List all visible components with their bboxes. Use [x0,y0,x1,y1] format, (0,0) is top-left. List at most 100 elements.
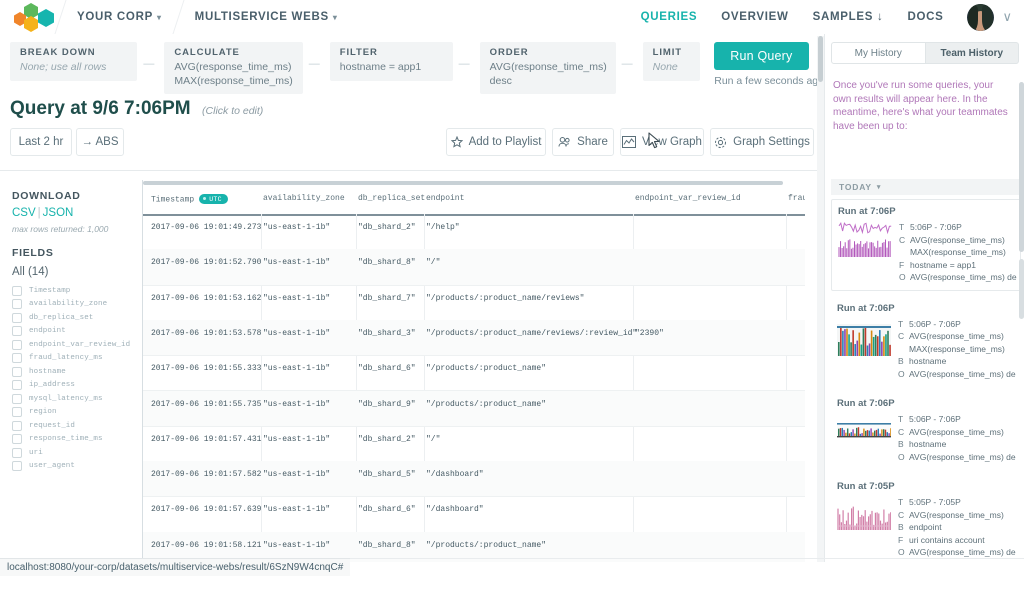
add-to-playlist-button[interactable]: Add to Playlist [446,128,546,156]
tab-team-history[interactable]: Team History [925,42,1019,64]
run-query-button[interactable]: Run Query [714,42,809,70]
column-header[interactable]: endpoint [426,194,464,203]
field-checkbox[interactable] [12,380,22,391]
table-row[interactable]: 2017-09-06 19:01:53.162 "us-east-1-1b" "db… [143,285,805,321]
field-row[interactable]: availability_zone [12,298,138,312]
graph-settings-button[interactable]: Graph Settings [710,128,814,156]
field-checkbox[interactable] [12,339,22,350]
user-menu[interactable]: ∨ [967,3,1012,31]
column-header[interactable]: endpoint_var_review_id [635,194,741,203]
history-line-key: B [898,522,904,532]
field-checkbox[interactable] [12,447,22,458]
history-line-value: hostname [909,439,947,449]
field-checkbox[interactable] [12,393,22,404]
page-title[interactable]: Query at 9/6 7:06PM [10,98,191,120]
field-checkbox[interactable] [12,299,22,310]
utc-badge[interactable]: UTC [199,194,228,204]
history-entry[interactable]: Run at 7:06P T 5:06P - 7:06P C AVG(response_… [831,297,1021,387]
field-row[interactable]: fraud_latency_ms [12,352,138,366]
field-row[interactable]: user_agent [12,460,138,474]
field-checkbox[interactable] [12,353,22,364]
field-row[interactable]: db_replica_set [12,311,138,325]
field-checkbox[interactable] [12,285,22,296]
field-checkbox[interactable] [12,461,22,472]
query-clause-filter[interactable]: FILTER hostname = app1 [329,42,453,81]
table-row[interactable]: 2017-09-06 19:01:53.578 "us-east-1-1b" "db… [143,319,805,357]
nav-item-queries[interactable]: QUERIES [641,11,698,23]
field-row[interactable]: endpoint [12,325,138,339]
share-button[interactable]: Share [552,128,614,156]
breadcrumb-dataset[interactable]: MULTISERVICE WEBS ▾ [179,11,354,23]
table-row[interactable]: 2017-09-06 19:01:55.333 "us-east-1-1b" "db… [143,355,805,392]
history-entry[interactable]: Run at 7:06P T 5:06P - 7:06P C AVG(response_… [831,392,1021,469]
history-line: C AVG(response_time_ms) [898,426,1017,439]
field-checkbox[interactable] [12,407,22,418]
history-line: Bendpoint [898,521,1017,534]
table-cell: "/dashboard" [426,470,484,480]
utc-badge-label: UTC [209,195,222,203]
table-row[interactable]: 2017-09-06 19:01:49.273 "us-east-1-1b" "db… [143,214,805,251]
field-row[interactable]: mysql_latency_ms [12,392,138,406]
table-cell: "/products/:product_name" [426,364,547,374]
column-header[interactable]: availability_zone [263,194,345,203]
table-row[interactable]: 2017-09-06 19:01:52.790 "us-east-1-1b" "db… [143,249,805,286]
fields-all-count[interactable]: All (14) [12,266,138,278]
sparkline-chart [838,221,892,259]
download-json-link[interactable]: JSON [43,207,74,219]
gear-icon [714,136,727,149]
column-header[interactable]: fraud_latency_ [788,194,805,203]
table-row[interactable]: 2017-09-06 19:01:57.639 "us-east-1-1b" "db… [143,496,805,533]
download-csv-link[interactable]: CSV [12,207,36,219]
field-row[interactable]: Timestamp [12,284,138,298]
history-entry-list: Run at 7:06P T 5:06P - 7:06P C AVG(response_… [831,199,1021,596]
field-checkbox[interactable] [12,366,22,377]
nav-item-docs[interactable]: DOCS [907,11,943,23]
field-checkbox[interactable] [12,420,22,431]
query-clause-calculate[interactable]: CALCULATE AVG(response_time_ms) MAX(resp… [164,42,303,94]
chevron-down-icon[interactable]: ∨ [1002,9,1012,25]
history-line-value: AVG(response_time_ms) [909,426,1004,437]
honeycomb-logo[interactable] [14,2,60,32]
table-row[interactable]: 2017-09-06 19:01:57.431 "us-east-1-1b" "db… [143,426,805,463]
avatar[interactable] [967,3,995,31]
query-clause-order[interactable]: ORDER AVG(response_time_ms) desc [479,42,616,94]
column-header[interactable]: Timestamp UTC [151,194,228,205]
absolute-time-button[interactable]: → ABS [76,128,124,156]
field-row[interactable]: endpoint_var_review_id [12,338,138,352]
field-row[interactable]: hostname [12,365,138,379]
nav-item-overview[interactable]: OVERVIEW [721,11,788,23]
table-row[interactable]: 2017-09-06 19:01:55.735 "us-east-1-1b" "db… [143,390,805,427]
field-row[interactable]: ip_address [12,379,138,393]
breadcrumb-org[interactable]: YOUR CORP ▾ [61,11,178,23]
sparkline-chart [837,318,891,356]
history-scrollbar-track[interactable] [1019,259,1024,319]
field-label: hostname [29,367,66,376]
field-row[interactable]: uri [12,446,138,460]
field-row[interactable]: request_id [12,419,138,433]
history-group-today[interactable]: TODAY ▾ [831,179,1019,195]
query-clause-limit[interactable]: LIMIT None [642,42,701,81]
view-graph-button[interactable]: View Graph [620,128,704,156]
title-edit-hint[interactable]: (Click to edit) [202,105,263,117]
field-row[interactable]: region [12,406,138,420]
field-checkbox[interactable] [12,326,22,337]
page-scrollbar[interactable] [817,36,824,562]
clause-value: None; use all rows [20,61,107,73]
query-clause-breakdown[interactable]: BREAK DOWN None; use all rows [10,42,138,81]
table-horizontal-scrollbar[interactable] [143,180,783,186]
field-checkbox[interactable] [12,434,22,445]
tab-my-history[interactable]: My History [831,42,926,64]
table-row[interactable]: 2017-09-06 19:01:57.582 "us-east-1-1b" "db… [143,461,805,498]
toolbar-divider [0,170,824,171]
history-line: Bhostname [898,438,1017,451]
history-scrollbar-thumb[interactable] [1019,82,1024,252]
history-line-key: O [899,272,906,282]
history-entry[interactable]: Run at 7:05P T 5:05P - 7:05P C AVG(response_… [831,475,1021,565]
table-cell: "db_shard_6" [358,364,416,374]
column-header[interactable]: db_replica_set [358,194,425,203]
field-checkbox[interactable] [12,312,22,323]
history-entry[interactable]: Run at 7:06P T 5:06P - 7:06P C AVG(response_… [831,199,1021,291]
time-range-button[interactable]: Last 2 hr [10,128,72,156]
nav-item-samples[interactable]: SAMPLES ↓ [813,11,884,23]
field-row[interactable]: response_time_ms [12,433,138,447]
